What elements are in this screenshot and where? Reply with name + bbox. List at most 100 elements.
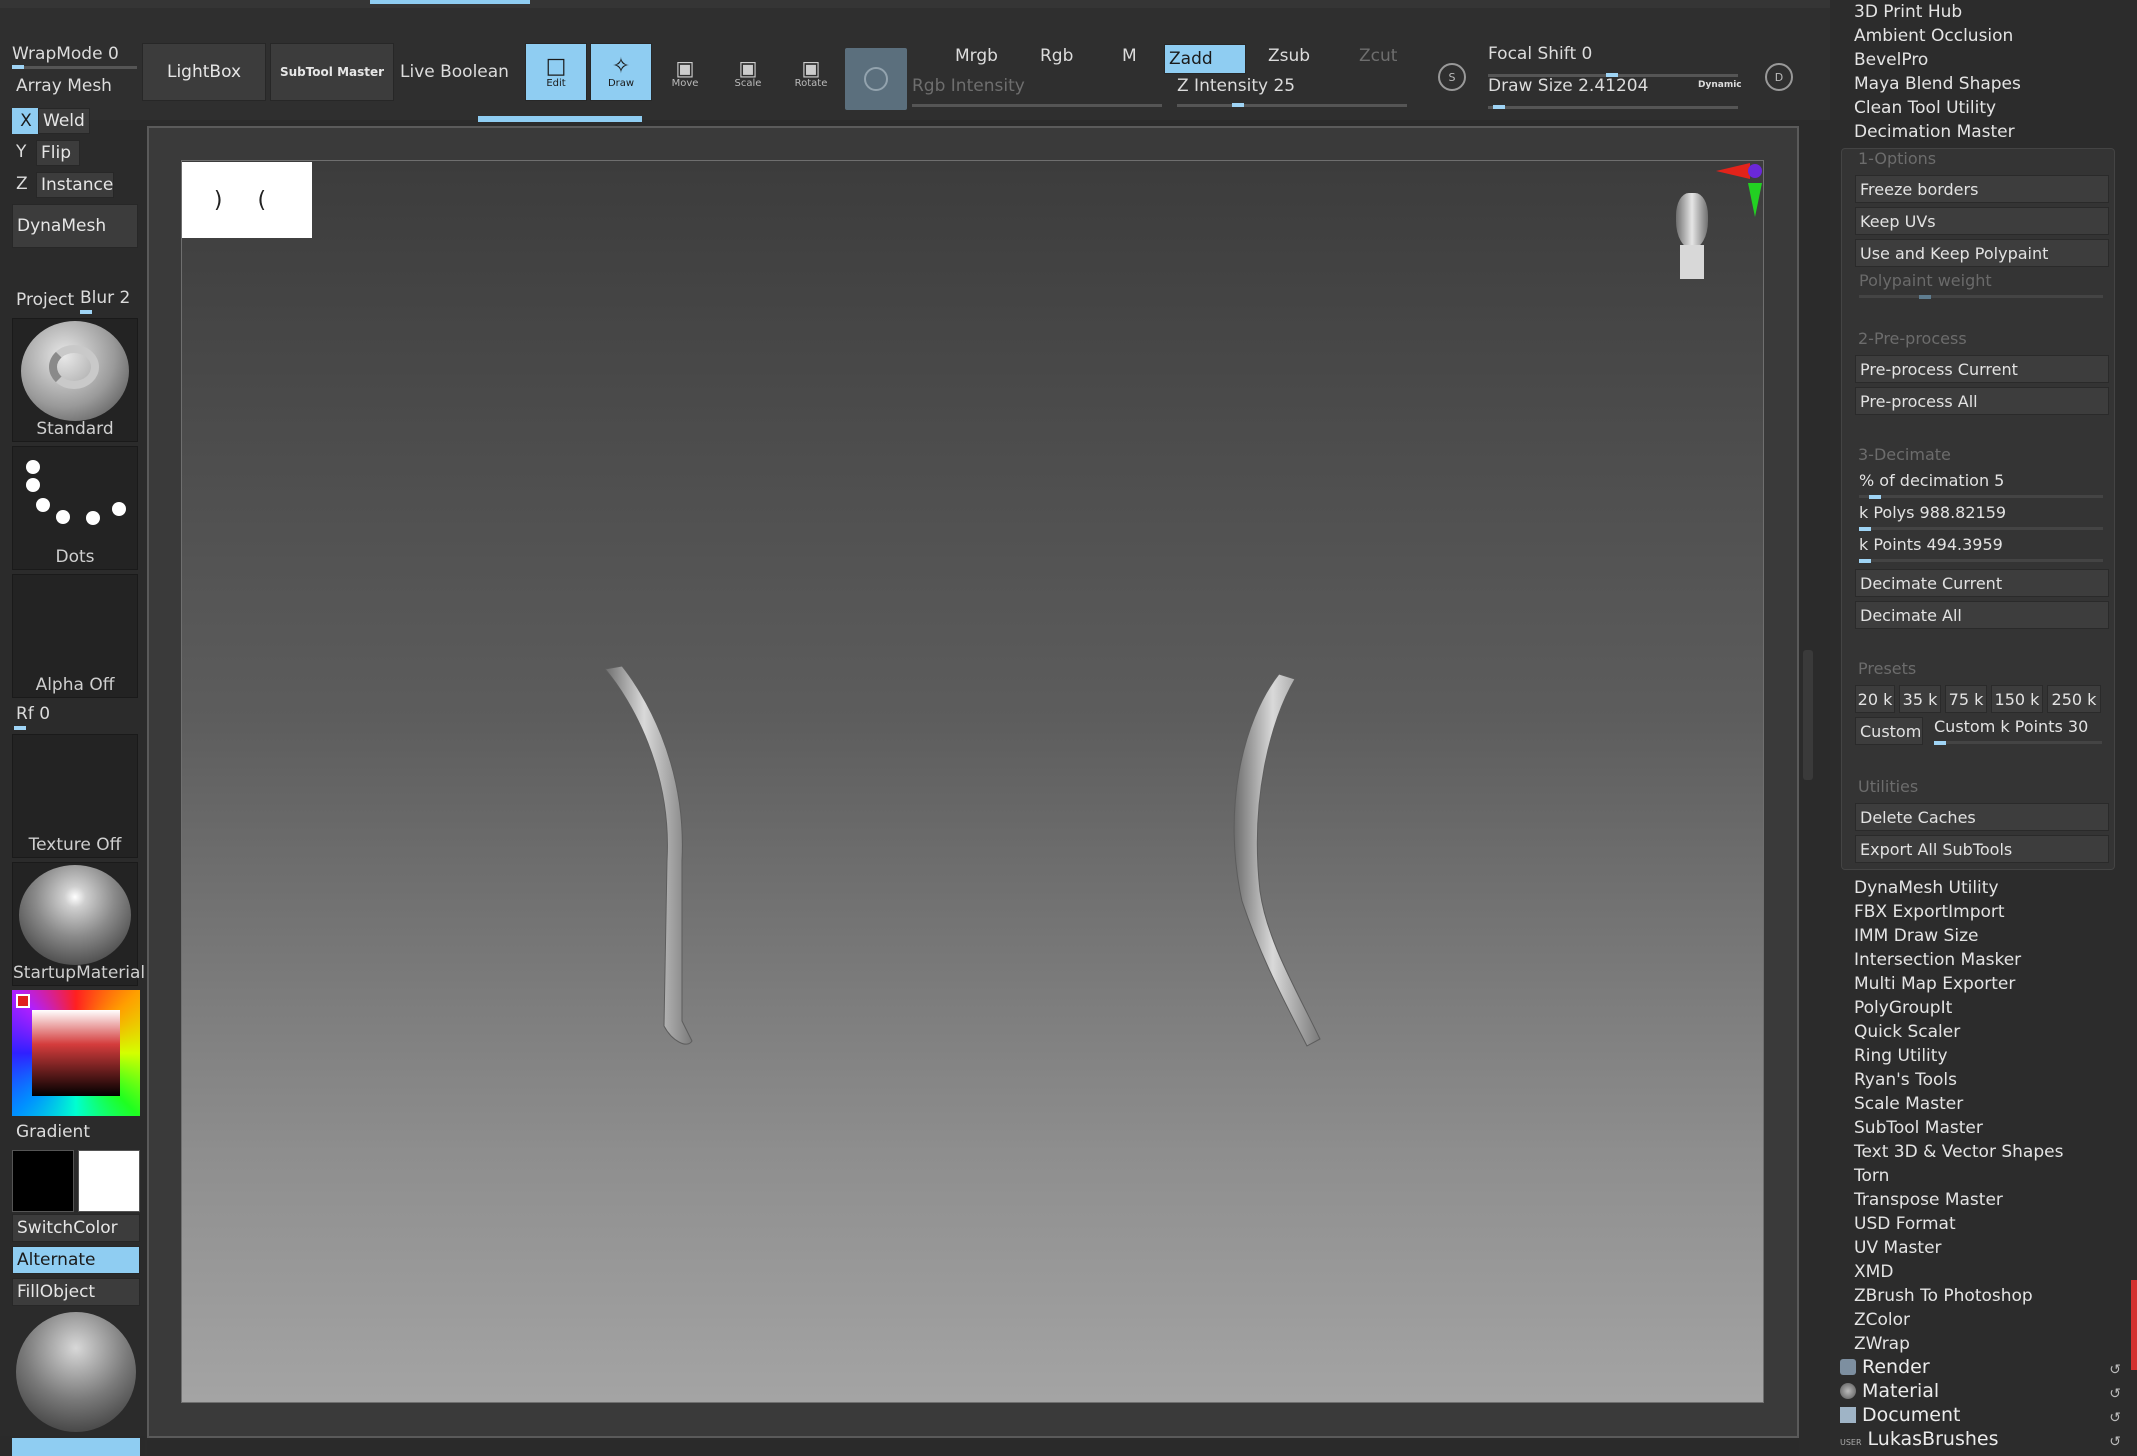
preprocess-all-button[interactable]: Pre-process All xyxy=(1855,387,2109,415)
viewport-canvas[interactable] xyxy=(181,160,1764,1403)
material-section[interactable]: Material xyxy=(1840,1380,1939,1402)
plugin-top-0[interactable]: 3D Print Hub xyxy=(1854,2,1962,22)
plugin-bottom-12[interactable]: Torn xyxy=(1854,1166,1889,1186)
document-section[interactable]: Document xyxy=(1840,1404,1960,1426)
freeze-borders-toggle[interactable]: Freeze borders xyxy=(1855,175,2109,203)
zsub-button[interactable]: Zsub xyxy=(1268,46,1310,66)
gradient-label[interactable]: Gradient xyxy=(16,1122,90,1142)
zadd-button[interactable]: Zadd xyxy=(1164,44,1246,74)
navigator-preview[interactable]: ) ( xyxy=(182,162,312,238)
k-polys-slider[interactable]: k Polys 988.82159 xyxy=(1855,503,2109,531)
canvas-scroll-handle[interactable] xyxy=(1803,650,1813,780)
delete-caches-button[interactable]: Delete Caches xyxy=(1855,803,2109,831)
move-button[interactable]: ▣ Move xyxy=(655,58,715,100)
color-saturation-square[interactable] xyxy=(32,1010,120,1096)
pct-decimation-slider[interactable]: % of decimation 5 xyxy=(1855,471,2109,499)
z-intensity-track[interactable] xyxy=(1177,104,1407,107)
draw-size-knob[interactable] xyxy=(1492,105,1505,109)
subtool-master-button[interactable]: SubTool Master xyxy=(270,43,394,101)
color-picker[interactable] xyxy=(12,990,140,1116)
viewport-mesh[interactable] xyxy=(182,161,1765,1404)
rf-slider[interactable]: Rf 0 xyxy=(16,704,50,724)
plugin-bottom-0[interactable]: DynaMesh Utility xyxy=(1854,878,1999,898)
live-boolean-button[interactable]: Live Boolean xyxy=(398,43,518,101)
document-refresh-icon[interactable]: ↺ xyxy=(2109,1410,2121,1426)
plugin-bottom-14[interactable]: USD Format xyxy=(1854,1214,1956,1234)
decimate-current-button[interactable]: Decimate Current xyxy=(1855,569,2109,597)
primary-color-white[interactable] xyxy=(78,1150,140,1212)
preset-35k-button[interactable]: 35 k xyxy=(1899,685,1941,713)
z-intensity-knob[interactable] xyxy=(1231,103,1244,107)
edit-button[interactable]: □ Edit xyxy=(525,43,587,101)
preset-20k-button[interactable]: 20 k xyxy=(1855,685,1895,713)
plugin-bottom-9[interactable]: Scale Master xyxy=(1854,1094,1963,1114)
switch-color-button[interactable]: SwitchColor xyxy=(12,1214,140,1242)
lazymouse-s-button[interactable]: S xyxy=(1425,50,1479,104)
custom-k-points-slider[interactable]: Custom k Points 30 xyxy=(1930,717,2108,745)
secondary-color-black[interactable] xyxy=(12,1150,74,1212)
alternate-button[interactable]: Alternate xyxy=(12,1246,140,1274)
z-intensity-slider[interactable]: Z Intensity 25 xyxy=(1177,76,1295,96)
plugin-bottom-13[interactable]: Transpose Master xyxy=(1854,1190,2003,1210)
axis-x-toggle[interactable]: X xyxy=(12,108,40,134)
mrgb-button[interactable]: Mrgb xyxy=(955,46,998,66)
material-refresh-icon[interactable]: ↺ xyxy=(2109,1386,2121,1402)
plugin-top-4[interactable]: Clean Tool Utility xyxy=(1854,98,1996,118)
plugin-bottom-5[interactable]: PolyGroupIt xyxy=(1854,998,1952,1018)
plugin-top-2[interactable]: BevelPro xyxy=(1854,50,1928,70)
brush-thumbnail[interactable]: Standard xyxy=(12,318,138,442)
rf-knob[interactable] xyxy=(14,726,26,730)
scale-button[interactable]: ▣ Scale xyxy=(718,58,778,100)
custom-preset-button[interactable]: Custom xyxy=(1855,717,1923,745)
draw-size-slider[interactable]: Draw Size 2.41204 xyxy=(1488,76,1648,96)
main-color-swatch[interactable] xyxy=(16,994,30,1008)
rgb-intensity-track[interactable] xyxy=(912,104,1162,107)
plugin-bottom-11[interactable]: Text 3D & Vector Shapes xyxy=(1854,1142,2063,1162)
plugin-bottom-7[interactable]: Ring Utility xyxy=(1854,1046,1948,1066)
keep-uvs-toggle[interactable]: Keep UVs xyxy=(1855,207,2109,235)
plugin-bottom-3[interactable]: Intersection Masker xyxy=(1854,950,2021,970)
material-thumbnail[interactable]: StartupMaterial xyxy=(12,862,145,986)
plugin-bottom-6[interactable]: Quick Scaler xyxy=(1854,1022,1960,1042)
blur-knob[interactable] xyxy=(80,310,92,314)
draw-size-track[interactable] xyxy=(1488,106,1738,109)
plugin-top-3[interactable]: Maya Blend Shapes xyxy=(1854,74,2021,94)
preset-75k-button[interactable]: 75 k xyxy=(1945,685,1987,713)
preset-250k-button[interactable]: 250 k xyxy=(2047,685,2101,713)
orientation-head-icon[interactable] xyxy=(1668,185,1716,281)
preprocess-current-button[interactable]: Pre-process Current xyxy=(1855,355,2109,383)
zcut-button[interactable]: Zcut xyxy=(1359,46,1397,66)
rgb-button[interactable]: Rgb xyxy=(1040,46,1073,66)
lukasbrushes-refresh-icon[interactable]: ↺ xyxy=(2109,1434,2121,1450)
lazymouse-d-button[interactable]: D xyxy=(1752,50,1806,104)
render-section[interactable]: Render xyxy=(1840,1356,1930,1378)
draw-button[interactable]: ✧ Draw xyxy=(590,43,652,101)
dynamic-toggle[interactable]: Dynamic xyxy=(1698,80,1742,90)
lukasbrushes-section[interactable]: USER LukasBrushes xyxy=(1840,1428,1998,1450)
k-points-slider[interactable]: k Points 494.3959 xyxy=(1855,535,2109,563)
rotate-button[interactable]: ▣ Rotate xyxy=(781,58,841,100)
render-refresh-icon[interactable]: ↺ xyxy=(2109,1362,2121,1378)
texture-thumbnail[interactable]: Texture Off xyxy=(12,734,138,858)
flip-button[interactable]: Flip xyxy=(36,140,80,166)
plugin-bottom-1[interactable]: FBX ExportImport xyxy=(1854,902,2005,922)
plugin-bottom-16[interactable]: XMD xyxy=(1854,1262,1893,1282)
dynamesh-button[interactable]: DynaMesh xyxy=(12,204,138,248)
plugin-bottom-15[interactable]: UV Master xyxy=(1854,1238,1942,1258)
plugin-bottom-4[interactable]: Multi Map Exporter xyxy=(1854,974,2015,994)
weld-button[interactable]: Weld xyxy=(38,108,90,134)
fill-object-button[interactable]: FillObject xyxy=(12,1278,140,1306)
plugin-bottom-18[interactable]: ZColor xyxy=(1854,1310,1910,1330)
alpha-thumbnail[interactable]: Alpha Off xyxy=(12,574,138,698)
axis-y-toggle[interactable]: Y xyxy=(16,142,26,162)
decimate-all-button[interactable]: Decimate All xyxy=(1855,601,2109,629)
plugin-top-1[interactable]: Ambient Occlusion xyxy=(1854,26,2013,46)
plugin-bottom-8[interactable]: Ryan's Tools xyxy=(1854,1070,1957,1090)
m-button[interactable]: M xyxy=(1122,46,1137,66)
lightbox-button[interactable]: LightBox xyxy=(142,43,266,101)
plugin-bottom-17[interactable]: ZBrush To Photoshop xyxy=(1854,1286,2033,1306)
transp-button[interactable] xyxy=(845,48,907,110)
focal-shift-slider[interactable]: Focal Shift 0 xyxy=(1488,44,1592,64)
plugin-bottom-2[interactable]: IMM Draw Size xyxy=(1854,926,1978,946)
project-label[interactable]: Project xyxy=(16,290,74,310)
